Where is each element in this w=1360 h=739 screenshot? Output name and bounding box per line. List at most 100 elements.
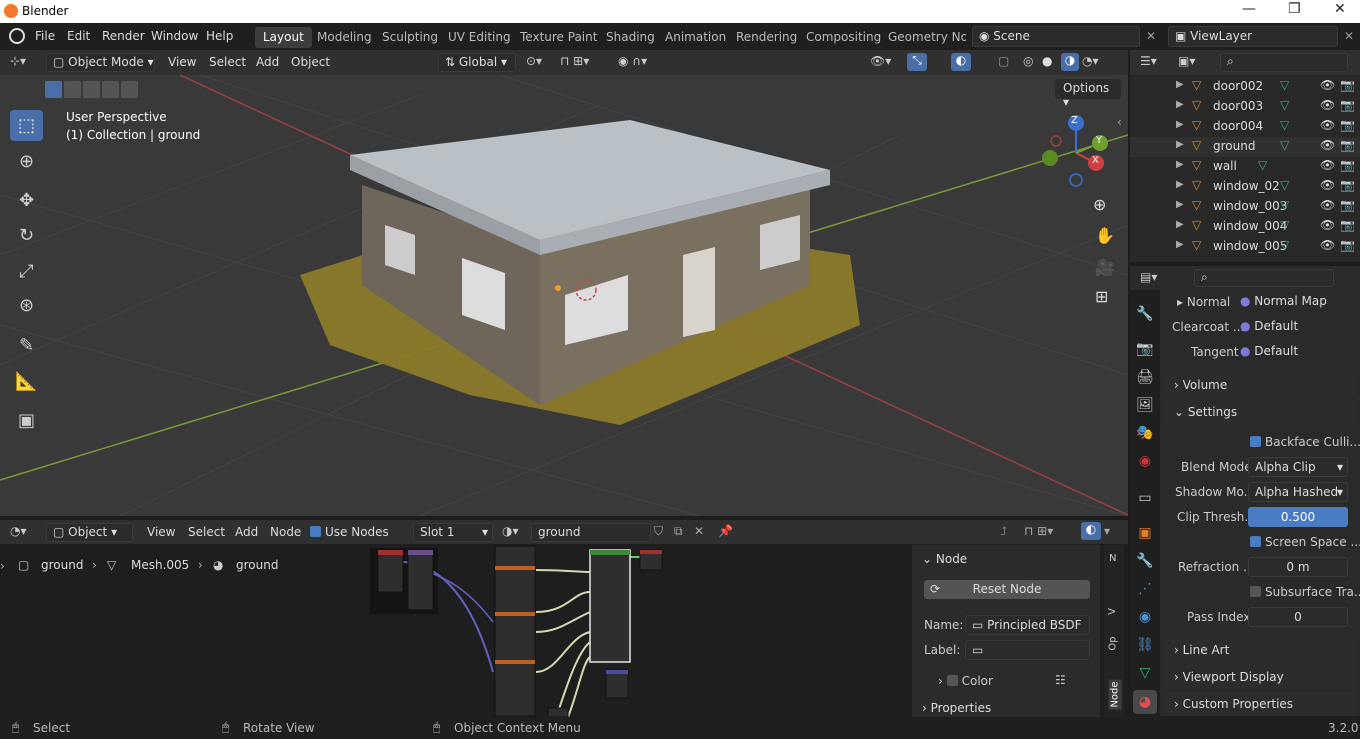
outliner-item[interactable]: ▶ ▽ door002 ▽ 👁 📷 [1130,77,1360,97]
shading-wireframe-icon[interactable]: ◎ [1023,54,1033,68]
select-intersect-icon[interactable] [102,81,119,98]
expand-arrow-icon[interactable]: ▶ [1176,139,1184,150]
annotate-tool-icon[interactable]: ✎ [10,330,43,361]
material-tab-icon[interactable]: ◕ [1133,690,1157,714]
select-subtract-icon[interactable] [83,81,100,98]
outliner-item[interactable]: ▶ ▽ window_003 ▽ 👁 📷 [1130,197,1360,217]
subsurface-checkbox[interactable]: Subsurface Tra... [1250,585,1360,599]
pin-icon[interactable]: 📌 [718,524,733,538]
duplicate-material-icon[interactable]: ⧉ [674,524,683,539]
minimize-icon[interactable]: — [1242,1,1256,17]
render-tab-icon[interactable]: 📷 [1136,340,1154,358]
render-camera-icon[interactable]: 📷 [1340,198,1355,212]
expand-arrow-icon[interactable]: ▶ [1176,99,1184,110]
outliner-filter-icon[interactable]: ▣▾ [1178,54,1195,68]
node-name-input[interactable]: ▭ Principled BSDF [965,615,1090,635]
pivot-icon[interactable]: ⊙▾ [526,54,542,68]
modifier-tab-icon[interactable]: 🔧 [1136,552,1154,570]
data-tab-icon[interactable]: ▽ [1136,664,1154,682]
camera-view-icon[interactable]: 🎥 [1095,258,1115,277]
node-overlay-icon[interactable]: ◐ [1081,522,1101,540]
constraints-tab-icon[interactable]: ⛓ [1136,636,1154,654]
render-camera-icon[interactable]: 📷 [1340,118,1355,132]
fake-user-icon[interactable]: ⛉ [654,524,663,539]
slot-select[interactable]: Slot 1 ▾ [413,523,493,542]
proportional-edit-icon[interactable]: ◉ ∩▾ [618,54,647,68]
refraction-input[interactable]: 0 m [1248,557,1348,577]
custom-properties-panel[interactable]: › Custom Properties [1166,692,1356,716]
node-color-row[interactable]: › Color [938,674,993,688]
add-cube-tool-icon[interactable]: ▣ [10,405,43,436]
viewport-display-panel[interactable]: › Viewport Display [1166,665,1356,689]
scale-tool-icon[interactable]: ⤢ [10,256,43,287]
node-menu-select[interactable]: Select [188,525,225,539]
render-camera-icon[interactable]: 📷 [1340,238,1355,252]
subsurface-check[interactable] [1250,586,1261,597]
scene-close-icon[interactable]: ✕ [1146,29,1156,43]
snap-icon[interactable]: ⊓ ⊞▾ [560,54,589,68]
scene-tab-icon[interactable]: 🎭 [1136,424,1154,442]
tool-tab-icon[interactable]: 🔧 [1136,305,1154,323]
transform-tool-icon[interactable]: ⊛ [10,290,43,321]
view-layer-tab-icon[interactable]: 🖼 [1136,396,1154,414]
mode-selector[interactable]: ▢ Object Mode ▾ [46,53,155,72]
visibility-eye-icon[interactable]: 👁 [1320,98,1335,112]
visibility-icon[interactable]: 👁▾ [870,54,891,68]
tab-rendering[interactable]: Rendering [728,27,805,48]
viewport-menu-select[interactable]: Select [209,55,246,69]
tab-geometry-nodes[interactable]: Geometry Noc [880,27,966,48]
select-box-tool-icon[interactable]: ⬚ [10,110,43,141]
node-graph[interactable] [368,542,668,717]
color-presets-icon[interactable]: ☷ [1055,673,1066,687]
node-label-input[interactable]: ▭ [965,640,1090,660]
use-nodes-checkbox[interactable]: Use Nodes [310,525,389,539]
normal-label-row[interactable]: ▸ Normal [1177,295,1230,309]
options-button[interactable]: Options ▾ [1055,79,1121,109]
outliner-item[interactable]: ▶ ▽ ground ▽ 👁 📷 [1130,137,1360,157]
volume-panel[interactable]: › Volume [1166,373,1356,397]
tab-layout[interactable]: Layout [255,27,312,48]
scene-selector[interactable]: ◉ Scene [972,26,1140,47]
material-name-input[interactable]: ground [531,523,651,542]
clip-threshold-slider[interactable]: 0.500 [1248,507,1348,527]
editor-type-icon[interactable]: ⊹▾ [10,54,26,68]
menu-edit[interactable]: Edit [67,29,90,43]
parent-node-tree-icon[interactable]: ⮥ [1000,524,1007,539]
node-snap-icon[interactable]: ⊓ ⊞▾ [1024,524,1053,538]
select-new-icon[interactable] [45,81,62,98]
expand-arrow-icon[interactable]: ▶ [1176,199,1184,210]
physics-tab-icon[interactable]: ◉ [1136,608,1154,626]
perspective-grid-icon[interactable]: ⊞ [1095,287,1108,306]
menu-render[interactable]: Render [102,29,145,43]
viewport-menu-object[interactable]: Object [291,55,330,69]
node-menu-node[interactable]: Node [270,525,301,539]
pan-hand-icon[interactable]: ✋ [1095,226,1115,245]
visibility-eye-icon[interactable]: 👁 [1320,78,1335,92]
settings-panel[interactable]: ⌄ Settings [1166,400,1356,424]
node-menu-add[interactable]: Add [235,525,258,539]
collapse-arrow-icon[interactable]: ‹ [1117,115,1122,129]
render-camera-icon[interactable]: 📷 [1340,218,1355,232]
outliner-item[interactable]: ▶ ▽ window_005 ▽ 👁 📷 [1130,237,1360,257]
shading-material-icon[interactable]: ◑ [1061,53,1079,71]
menu-file[interactable]: File [35,29,55,43]
collapse-chevron-icon[interactable]: › [0,559,5,573]
viewport-menu-view[interactable]: View [168,55,196,69]
world-tab-icon[interactable]: ◉ [1136,452,1154,470]
render-camera-icon[interactable]: 📷 [1340,178,1355,192]
node-panel-header[interactable]: ⌄ Node [922,552,967,566]
particles-tab-icon[interactable]: ⋰ [1136,580,1154,598]
visibility-eye-icon[interactable]: 👁 [1320,158,1335,172]
expand-arrow-icon[interactable]: ▶ [1176,159,1184,170]
tab-animation[interactable]: Animation [657,27,734,48]
object-tab-icon[interactable]: ▣ [1136,524,1154,542]
collection-tab-icon[interactable]: ▭ [1136,489,1154,507]
backface-check[interactable] [1250,436,1261,447]
render-camera-icon[interactable]: 📷 [1340,78,1355,92]
line-art-panel[interactable]: › Line Art [1166,638,1356,662]
outliner-editor-icon[interactable]: ☰▾ [1140,54,1157,68]
select-extend-icon[interactable] [64,81,81,98]
rotate-tool-icon[interactable]: ↻ [10,220,43,251]
clearcoat-input[interactable]: ● Default [1240,317,1328,337]
screen-space-check[interactable] [1250,536,1261,547]
